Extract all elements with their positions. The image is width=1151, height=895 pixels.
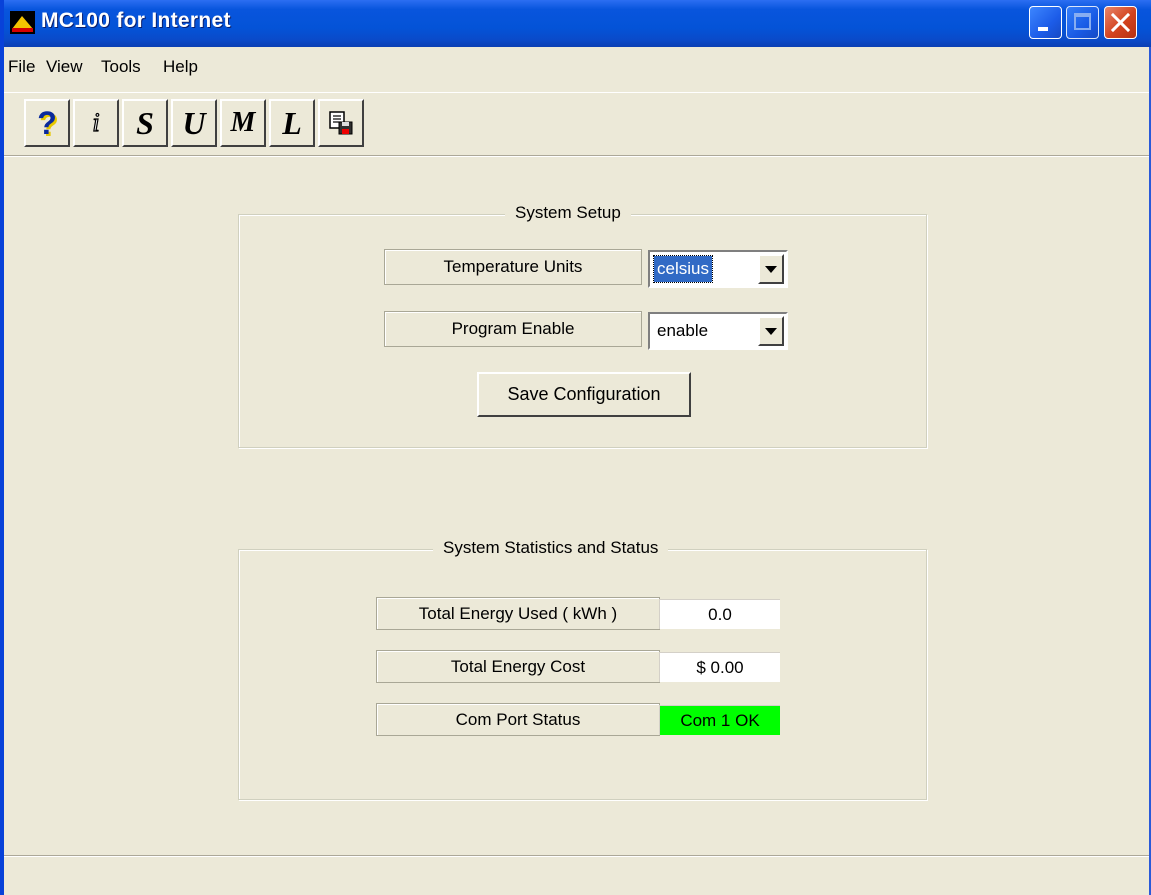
minimize-icon	[1038, 27, 1048, 31]
status-bar	[4, 855, 1149, 857]
close-button[interactable]	[1104, 6, 1137, 39]
save-configuration-button[interactable]: Save Configuration	[477, 372, 691, 417]
chevron-down-icon	[765, 327, 777, 335]
system-setup-group: System Setup Temperature Units celsius P…	[238, 203, 927, 448]
title-bar[interactable]: MC100 for Internet	[0, 0, 1151, 47]
system-setup-title: System Setup	[505, 203, 631, 223]
save-document-icon	[329, 111, 353, 135]
toolbar-separator	[4, 155, 1149, 157]
maximize-button[interactable]	[1066, 6, 1099, 39]
chevron-down-icon	[765, 265, 777, 273]
total-energy-used-value: 0.0	[659, 599, 780, 629]
help-icon: ?	[37, 104, 57, 141]
program-enable-select[interactable]: enable	[648, 312, 788, 350]
temperature-units-label: Temperature Units	[384, 249, 642, 285]
u-letter-icon: U	[182, 104, 206, 141]
save-document-button[interactable]	[318, 99, 364, 147]
m-letter-icon: M	[230, 107, 256, 138]
l-letter-icon: L	[282, 104, 302, 141]
menu-view[interactable]: View	[46, 57, 83, 77]
system-status-group: System Statistics and Status Total Energ…	[238, 538, 927, 800]
info-icon: i	[92, 107, 100, 137]
minimize-button[interactable]	[1029, 6, 1062, 39]
info-button[interactable]: i	[73, 99, 119, 147]
maximize-icon	[1074, 13, 1091, 30]
app-window: MC100 for Internet File View Tools Help	[0, 0, 1151, 895]
u-button[interactable]: U	[171, 99, 217, 147]
temperature-units-select[interactable]: celsius	[648, 250, 788, 288]
com-port-status-value: Com 1 OK	[659, 705, 780, 735]
app-logo-icon	[10, 11, 35, 34]
menu-file[interactable]: File	[8, 57, 35, 77]
total-energy-cost-value: $ 0.00	[659, 652, 780, 682]
m-button[interactable]: M	[220, 99, 266, 147]
s-letter-icon: S	[136, 104, 154, 141]
l-button[interactable]: L	[269, 99, 315, 147]
close-icon	[1110, 12, 1131, 33]
total-energy-cost-label: Total Energy Cost	[376, 650, 660, 683]
window-frame-left	[0, 0, 4, 895]
program-enable-dropdown-button[interactable]	[758, 316, 784, 346]
com-port-status-label: Com Port Status	[376, 703, 660, 736]
menu-separator	[4, 92, 1149, 93]
program-enable-label: Program Enable	[384, 311, 642, 347]
program-enable-value: enable	[657, 321, 709, 340]
help-button[interactable]: ?	[24, 99, 70, 147]
temperature-units-value: celsius	[653, 255, 713, 283]
total-energy-used-label: Total Energy Used ( kWh )	[376, 597, 660, 630]
menu-help[interactable]: Help	[163, 57, 198, 77]
menu-tools[interactable]: Tools	[101, 57, 141, 77]
s-button[interactable]: S	[122, 99, 168, 147]
window-title: MC100 for Internet	[41, 9, 231, 32]
temperature-units-dropdown-button[interactable]	[758, 254, 784, 284]
system-status-title: System Statistics and Status	[433, 538, 669, 558]
